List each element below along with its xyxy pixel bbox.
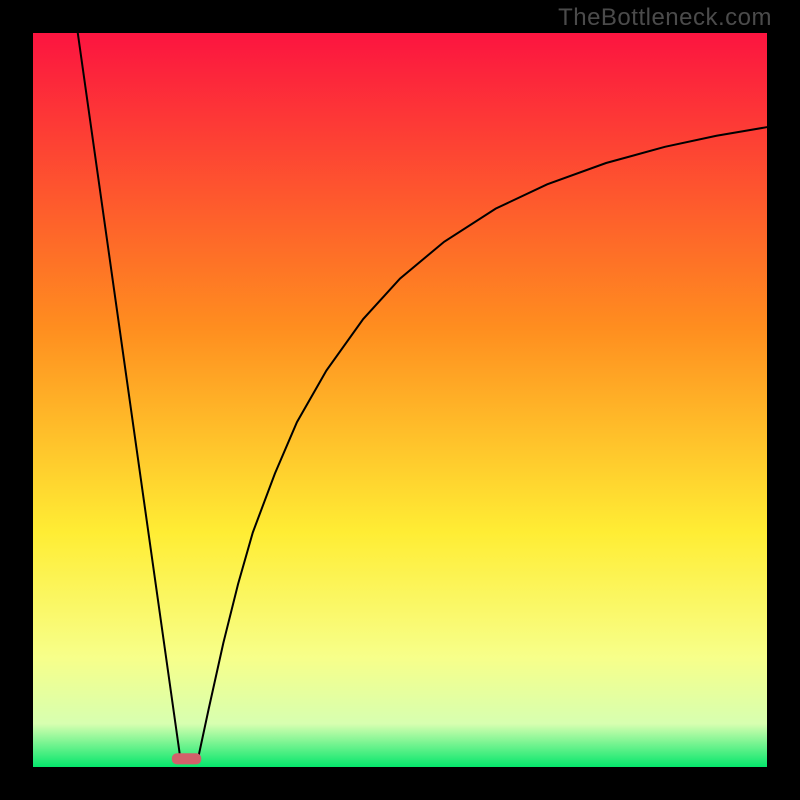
chart-svg — [0, 0, 800, 800]
chart-frame: TheBottleneck.com — [0, 0, 800, 800]
frame-left — [0, 0, 33, 800]
plot-background — [32, 32, 768, 768]
bottleneck-marker — [172, 753, 201, 764]
watermark-text: TheBottleneck.com — [558, 4, 772, 32]
frame-bottom — [0, 767, 800, 800]
frame-right — [767, 0, 800, 800]
